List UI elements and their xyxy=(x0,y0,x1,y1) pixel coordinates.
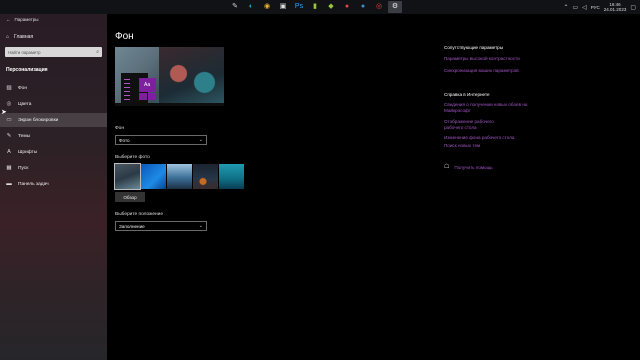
preview-tile-small xyxy=(139,93,147,100)
photo-picker xyxy=(114,163,244,190)
help-link[interactable]: Сведения о получении новых обоев на Майк… xyxy=(444,102,529,113)
fit-label: Выберите положение xyxy=(115,212,163,217)
taskbar-icon: ▬ xyxy=(6,181,12,187)
help-link[interactable]: Изменение фона рабочего стола xyxy=(444,135,529,141)
mouse-cursor-icon: ➤ xyxy=(1,109,7,116)
home-icon: ⌂ xyxy=(6,34,10,40)
home-link[interactable]: ⌂ Главная xyxy=(6,34,33,40)
home-label: Главная xyxy=(14,34,34,40)
edge-icon[interactable]: ◐ xyxy=(244,1,258,13)
photo-thumbnail[interactable] xyxy=(114,163,141,190)
sidebar-item[interactable]: ▨ Фон xyxy=(0,81,107,95)
language-indicator[interactable]: РУС xyxy=(591,5,600,10)
background-type-value: Фото xyxy=(119,137,130,143)
photo-thumbnail[interactable] xyxy=(167,164,192,189)
sidebar-item-label: Пуск xyxy=(18,165,29,171)
chrome-icon[interactable]: ◉ xyxy=(260,1,274,13)
preview-taskbar xyxy=(115,103,224,106)
sidebar-item[interactable]: A Шрифты xyxy=(0,145,107,159)
sidebar-item[interactable]: ✎ Темы xyxy=(0,129,107,143)
fit-value: Заполнение xyxy=(119,223,145,229)
sidebar-item-label: Темы xyxy=(18,133,31,139)
start-icon: ▦ xyxy=(6,165,12,171)
game-icon[interactable]: ● xyxy=(340,1,354,13)
chevron-down-icon: ⌄ xyxy=(198,223,203,229)
notifications-icon[interactable]: ▢ xyxy=(630,4,636,11)
photo-thumbnail[interactable] xyxy=(219,164,244,189)
choose-photo-label: Выберите фото xyxy=(115,155,150,160)
clock-date: 24.01.2023 xyxy=(603,7,627,12)
get-help-link[interactable]: ☖ Получить помощь xyxy=(444,164,493,171)
page-title: Фон xyxy=(115,31,134,42)
search-input[interactable]: Найти параметр ⌕ xyxy=(5,47,102,57)
preview-tile-small xyxy=(148,93,156,100)
sidebar-item[interactable]: ◎ Цвета xyxy=(0,97,107,111)
sidebar-item[interactable]: ▬ Панель задач xyxy=(0,177,107,191)
store-icon[interactable]: ▣ xyxy=(276,1,290,13)
pen-icon[interactable]: ✎ xyxy=(228,1,242,13)
background-preview: Aa xyxy=(115,47,224,106)
related-link[interactable]: Параметры высокой контрастности xyxy=(444,56,529,62)
related-settings-heading: Сопутствующие параметры xyxy=(444,45,504,50)
taskbar-apps: ✎ ◐ ◉ ▣ Ps ▮ ◆ ● ● ◎ ⚙ xyxy=(228,1,402,13)
sidebar-item[interactable]: ▦ Пуск xyxy=(0,161,107,175)
fit-dropdown[interactable]: Заполнение ⌄ xyxy=(115,221,207,231)
sidebar-item-label: Шрифты xyxy=(18,149,38,155)
picture-icon: ▨ xyxy=(6,85,12,91)
volume-icon[interactable]: ◁ xyxy=(582,4,587,11)
terminal-icon[interactable]: ▮ xyxy=(308,1,322,13)
section-heading: Персонализация xyxy=(6,67,48,73)
chevron-down-icon: ⌄ xyxy=(198,137,203,143)
preview-wallpaper xyxy=(159,47,224,106)
window-title: ← Параметры xyxy=(6,17,39,22)
steam-icon[interactable]: ● xyxy=(356,1,370,13)
search-icon: ⌕ xyxy=(96,49,99,55)
lockscreen-icon: ▭ xyxy=(6,117,12,123)
sidebar-item[interactable]: ▭ Экран блокировки xyxy=(0,113,107,127)
clock[interactable]: 16:46 24.01.2023 xyxy=(604,2,627,12)
main-content: Фон Aa Фон Фото ⌄ Выберите фото Обзор Вы… xyxy=(107,14,640,360)
related-link[interactable]: Синхронизация ваших параметров xyxy=(444,68,529,74)
bag-icon[interactable]: ◆ xyxy=(324,1,338,13)
system-tray: ⌃ ▭ ◁ РУС 16:46 24.01.2023 ▢ xyxy=(563,0,636,14)
help-link[interactable]: Поиск новых тем xyxy=(444,143,529,149)
back-arrow-icon[interactable]: ← xyxy=(6,17,11,22)
taskbar: ✎ ◐ ◉ ▣ Ps ▮ ◆ ● ● ◎ ⚙ ⌃ ▭ ◁ РУС 16:46 24.01.2023 … xyxy=(0,0,640,15)
photoshop-icon[interactable]: Ps xyxy=(292,1,306,13)
preview-tile: Aa xyxy=(139,78,156,92)
background-label: Фон xyxy=(115,126,124,131)
network-icon[interactable]: ▭ xyxy=(572,4,578,11)
background-type-dropdown[interactable]: Фото ⌄ xyxy=(115,135,207,145)
help-link[interactable]: Отображение рабочего рабочего стола xyxy=(444,119,514,130)
sidebar-item-label: Панель задач xyxy=(18,181,49,187)
settings-icon[interactable]: ⚙ xyxy=(388,1,402,13)
get-help-label: Получить помощь xyxy=(454,165,493,170)
chat-help-icon: ☖ xyxy=(444,164,450,170)
sidebar-item-label: Экран блокировки xyxy=(18,117,59,123)
help-heading: Справка в Интернете xyxy=(444,92,490,97)
sidebar-item-label: Цвета xyxy=(18,101,32,107)
sidebar-item-label: Фон xyxy=(18,85,27,91)
search-placeholder: Найти параметр xyxy=(8,49,41,55)
chevron-up-icon[interactable]: ⌃ xyxy=(563,4,568,11)
settings-sidebar: ← Параметры ⌂ Главная Найти параметр ⌕ П… xyxy=(0,14,107,360)
photo-thumbnail[interactable] xyxy=(193,164,218,189)
font-icon: A xyxy=(7,149,11,155)
brush-icon: ✎ xyxy=(6,133,12,139)
spotify-icon[interactable]: ◎ xyxy=(372,1,386,13)
browse-button[interactable]: Обзор xyxy=(115,192,145,202)
preview-tile-text: Aa xyxy=(144,82,151,88)
palette-icon: ◎ xyxy=(6,101,12,107)
window-title-text: Параметры xyxy=(14,17,39,22)
photo-thumbnail[interactable] xyxy=(141,164,166,189)
